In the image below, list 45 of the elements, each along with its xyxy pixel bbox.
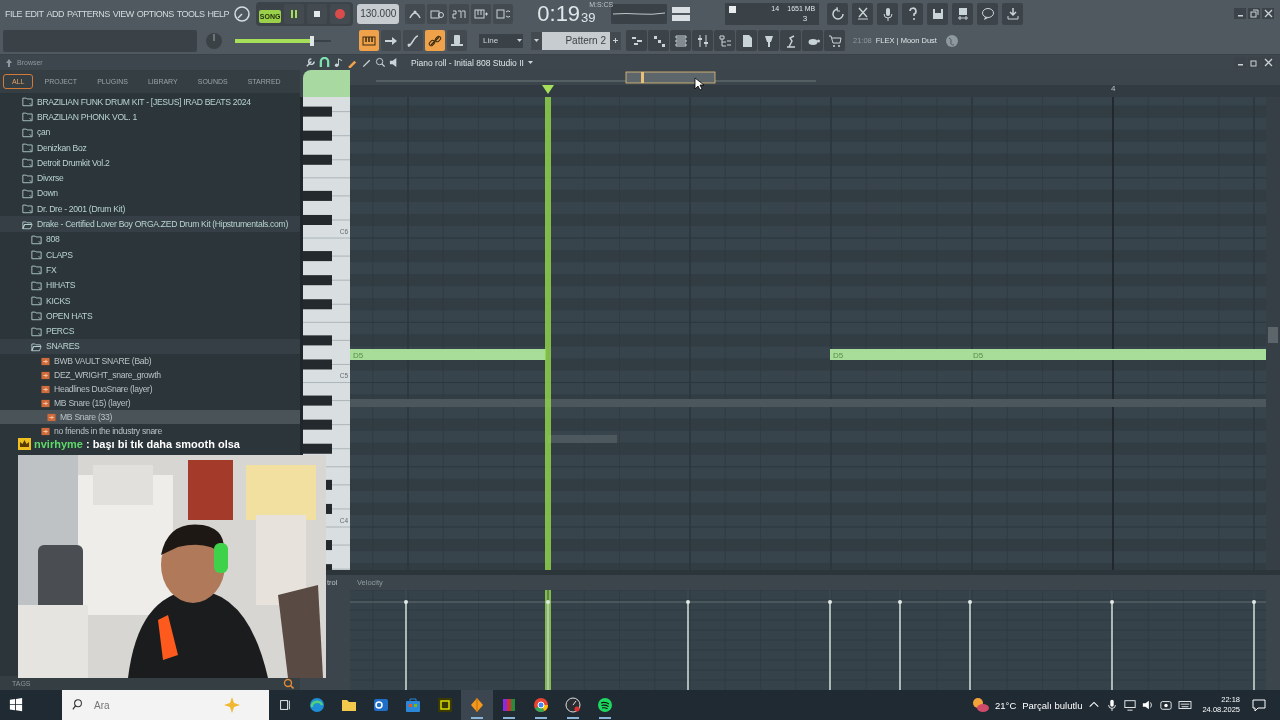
folder-item[interactable]: FX — [0, 262, 300, 278]
menu-item[interactable]: FILE — [5, 8, 22, 19]
folder-item[interactable]: Dr. Dre - 2001 (Drum Kit) — [0, 201, 300, 217]
menu-item[interactable]: EDIT — [25, 8, 44, 19]
chat-message: : başı bi tık daha smooth olsa — [85, 438, 240, 450]
search-field[interactable]: Ara — [92, 698, 216, 712]
folder-item[interactable]: Down — [0, 185, 300, 202]
time-fraction: 39 — [581, 10, 596, 25]
sample-item[interactable]: DEZ_WRIGHT_snare_growth — [0, 368, 300, 383]
folder-item[interactable]: Drake - Certified Lover Boy ORGA.ZED Drum Kit (Hipstrumentals.com) — [0, 216, 300, 232]
menu-item[interactable]: PATTERNS — [67, 8, 110, 19]
weather-text: Parçalı bulutlu — [1022, 699, 1083, 711]
folder-item[interactable]: OPEN HATS — [0, 308, 300, 324]
menu-item[interactable]: OPTIONS — [136, 8, 174, 19]
time-display[interactable]: 0:19 — [537, 2, 581, 25]
sample-item[interactable]: Headlines DuoSnare (layer) — [0, 382, 300, 397]
sample-item[interactable]: no friends in the industry snare — [0, 424, 300, 439]
sample-item[interactable]: BWB VAULT SNARE (Bab) — [0, 354, 300, 369]
folder-item[interactable]: çan — [0, 124, 300, 140]
folder-item[interactable]: 808 — [0, 231, 300, 247]
folder-item[interactable]: Detroit Drumkit Vol.2 — [0, 155, 300, 171]
folder-item[interactable]: CLAPS — [0, 246, 300, 263]
menu-item[interactable]: TOOLS — [176, 8, 205, 19]
folder-item[interactable]: HIHATS — [0, 277, 300, 293]
folder-item[interactable]: Divxrse — [0, 170, 300, 186]
menu-item[interactable]: VIEW — [112, 8, 134, 19]
folder-item[interactable]: BRAZILIAN PHONK VOL. 1 — [0, 109, 300, 125]
folder-item[interactable]: SNARES — [0, 338, 300, 355]
folder-item[interactable]: Denizkan Boz — [0, 139, 300, 156]
weather-temperature: 21°C — [995, 699, 1017, 711]
snap-dropdown[interactable]: Line — [479, 33, 523, 48]
search-bar[interactable]: Ara — [62, 690, 269, 720]
bar-number: 4 — [1111, 84, 1116, 93]
window-title: Piano roll - Initial 808 Studio II — [411, 57, 524, 68]
pattern-selector[interactable]: Pattern 2 — [542, 31, 610, 50]
timeline-ruler[interactable]: 4 — [350, 70, 1280, 97]
chat-username: nvirhyme — [34, 438, 83, 450]
menu-item[interactable]: HELP — [207, 8, 230, 19]
menu-item[interactable]: ADD — [46, 8, 65, 19]
folder-item[interactable]: BRAZILIAN FUNK DRUM KIT - [JESUS] IRAD BEATS 2024 — [0, 94, 300, 110]
folder-item[interactable]: KICKS — [0, 292, 300, 309]
tempo-display[interactable]: 130.000 — [357, 3, 400, 24]
folder-item[interactable]: PERCS — [0, 323, 300, 339]
sample-item[interactable]: MB Snare (33) — [0, 410, 300, 425]
sample-item[interactable]: MB Snare (15) (layer) — [0, 396, 300, 411]
